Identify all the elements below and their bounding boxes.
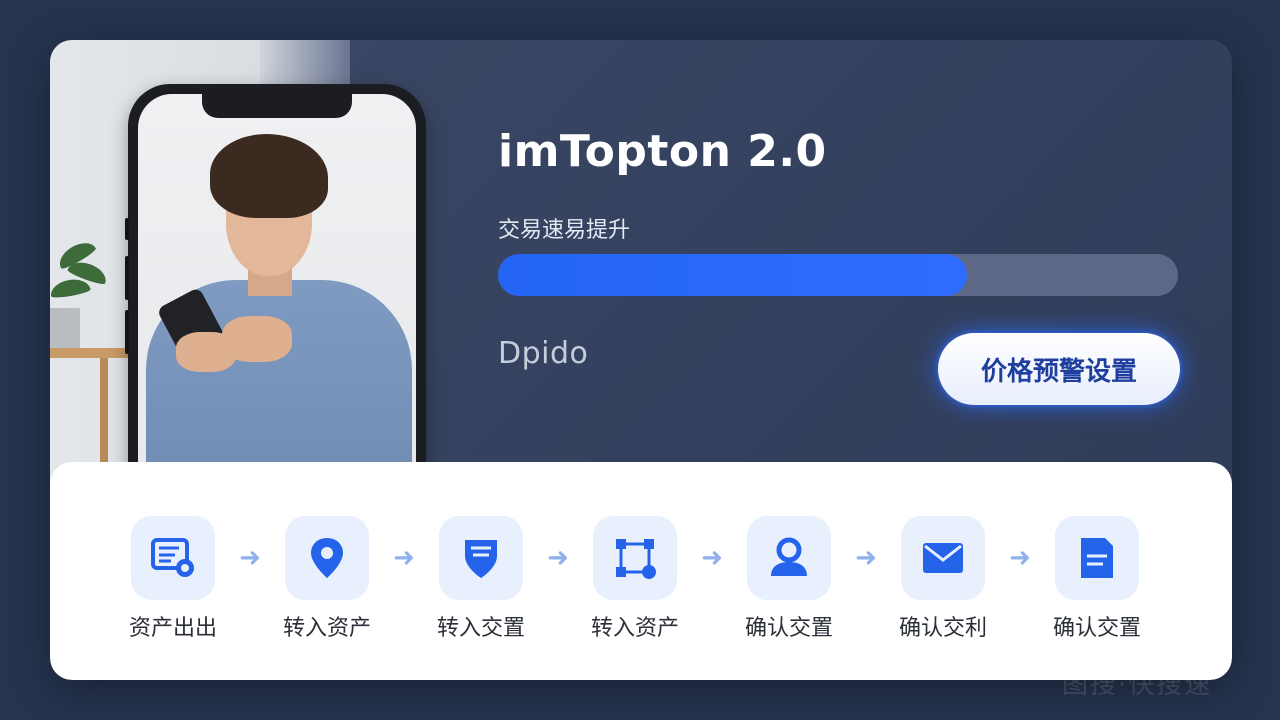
phone-mockup	[125, 84, 426, 524]
vector-edit-icon	[616, 539, 656, 579]
brand-logo: Dpido	[498, 336, 588, 371]
step-7[interactable]: 确认交置	[1042, 516, 1152, 642]
phone-notch	[202, 94, 352, 118]
person-hair	[210, 134, 328, 218]
brand-text: Dpido	[498, 336, 589, 371]
phone-screen	[138, 94, 416, 514]
steps-panel: 资产出出 ➜ 转入资产 ➜ 转入交置 ➜ 转入资产 ➜ 确认交置 ➜ 确认交利 …	[50, 462, 1232, 680]
arrow-right-icon: ➜	[855, 543, 877, 573]
promo-card: imTopton 2.0 交易速易提升 Dpido 价格预警设置 资产出出 ➜ …	[50, 40, 1232, 680]
step-label: 确认交利	[898, 616, 987, 641]
progress-caption: 交易速易提升	[498, 218, 631, 243]
step-1[interactable]: 资产出出	[118, 516, 228, 642]
progress-fill	[498, 254, 968, 296]
mail-icon	[923, 543, 963, 573]
price-alert-button[interactable]: 价格预警设置	[938, 333, 1180, 405]
step-label: 资产出出	[128, 616, 217, 641]
step-5[interactable]: 确认交置	[734, 516, 844, 642]
step-label: 确认交置	[744, 616, 833, 641]
step-2[interactable]: 转入资产	[272, 516, 382, 642]
step-label: 转入交置	[436, 616, 525, 641]
arrow-right-icon: ➜	[547, 543, 569, 573]
arrow-right-icon: ➜	[1009, 543, 1031, 573]
arrow-right-icon: ➜	[239, 543, 261, 573]
step-label: 转入资产	[282, 616, 371, 641]
watermark: 图搜·快搜速	[1062, 670, 1213, 700]
step-label: 确认交置	[1052, 616, 1141, 641]
app-title: imTopton 2.0	[498, 126, 827, 177]
plant-pot	[50, 308, 80, 350]
step-6[interactable]: 确认交利	[888, 516, 998, 642]
side-table	[50, 348, 130, 358]
shield-icon	[465, 540, 497, 578]
location-pin-icon	[311, 538, 343, 578]
workflow-steps: 资产出出 ➜ 转入资产 ➜ 转入交置 ➜ 转入资产 ➜ 确认交置 ➜ 确认交利 …	[118, 516, 1172, 642]
document-icon	[1081, 538, 1113, 578]
step-label: 转入资产	[590, 616, 679, 641]
step-4[interactable]: 转入资产	[580, 516, 690, 642]
step-3[interactable]: 转入交置	[426, 516, 536, 642]
arrow-right-icon: ➜	[393, 543, 415, 573]
invoice-icon	[151, 538, 194, 577]
arrow-right-icon: ➜	[701, 543, 723, 573]
progress-bar	[498, 254, 1178, 296]
user-icon	[771, 537, 807, 576]
